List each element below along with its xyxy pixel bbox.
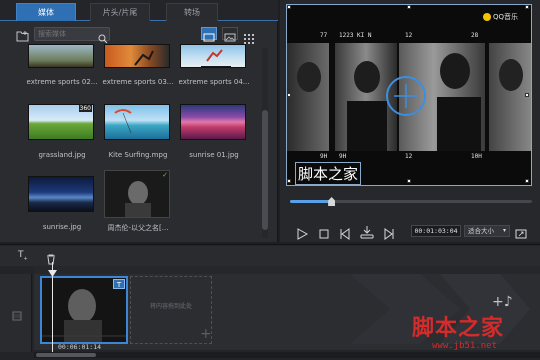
media-caption: 周杰伦-以父之名[... [107, 224, 169, 232]
frame-number: 9H [320, 153, 328, 160]
timeline-scrollbar[interactable] [34, 352, 540, 358]
media-thumb-extreme-sports-02[interactable] [28, 44, 94, 68]
add-music-icon[interactable]: +♪ [492, 294, 513, 310]
media-caption: extreme sports 02... [26, 78, 98, 86]
timeline-toolbar [0, 246, 540, 266]
watermark-text: 脚本之家 [412, 315, 505, 341]
media-caption: sunrise.jpg [42, 223, 82, 231]
resize-handle[interactable] [525, 5, 529, 9]
tab-media[interactable]: 媒体 [16, 3, 76, 21]
library-scrollbar-thumb[interactable] [262, 110, 268, 230]
media-thumb-grassland[interactable]: 360 [28, 104, 94, 140]
playhead-marker-icon[interactable] [48, 262, 57, 277]
fullscreen-icon[interactable] [515, 225, 527, 239]
zoom-fit-select[interactable]: 适合大小 ▾ [464, 225, 510, 237]
watermark-url: www.jb51.net [432, 341, 498, 351]
preview-video[interactable]: 77 1223 KI N 12 28 9H 9H 12 10H QQ音乐 脚本之… [286, 4, 532, 186]
overlay-text[interactable]: 脚本之家 [295, 162, 362, 185]
track-lock-icon[interactable] [12, 306, 22, 321]
media-thumb-sunrise[interactable] [28, 176, 94, 212]
split-clip-icon[interactable] [360, 224, 374, 239]
track-header [0, 274, 32, 352]
media-thumb-kite-surfing[interactable] [104, 104, 170, 140]
add-text-icon[interactable]: T+ [18, 250, 28, 262]
timeline-scrollbar-thumb[interactable] [36, 353, 96, 357]
resize-handle[interactable] [287, 179, 291, 183]
playback-progress-fill [290, 200, 332, 203]
resize-handle[interactable] [525, 179, 529, 183]
frame-number: 9H [339, 153, 347, 160]
view-large-icon[interactable] [201, 27, 217, 42]
stop-icon[interactable] [318, 225, 330, 239]
delete-icon[interactable] [46, 250, 56, 265]
timecode-display: 00:01:03:04 [411, 225, 461, 237]
previous-frame-icon[interactable] [339, 225, 351, 240]
drop-zone-hint: 将内容拖到此处 [149, 303, 192, 310]
checkmark-icon: ✓ [162, 171, 168, 179]
frame-number: 28 [471, 32, 479, 39]
play-icon[interactable] [296, 225, 309, 240]
qq-music-logo-icon [483, 13, 491, 21]
resize-handle[interactable] [525, 93, 529, 97]
media-thumb-music-video[interactable]: ✓ [104, 170, 170, 218]
frame-number: 12 [405, 153, 413, 160]
media-thumb-extreme-sports-03[interactable] [104, 44, 170, 68]
clip-text-badge: T [113, 279, 125, 289]
frame-number: 10H [471, 153, 482, 160]
frame-number: 77 [320, 32, 328, 39]
import-media-icon[interactable] [16, 27, 32, 42]
search-icon[interactable] [98, 29, 108, 44]
zoom-fit-label: 适合大小 [468, 227, 494, 235]
frame-number: 1223 KI N [339, 32, 372, 39]
resize-handle[interactable] [287, 5, 291, 9]
media-caption: extreme sports 03... [102, 78, 174, 86]
resize-handle[interactable] [287, 93, 291, 97]
tab-intro-outro[interactable]: 片头/片尾 [90, 3, 150, 21]
media-thumb-extreme-sports-04[interactable] [180, 44, 246, 68]
frame-number: 12 [405, 32, 413, 39]
media-caption: sunrise 01.jpg [189, 151, 239, 159]
qq-music-logo: QQ音乐 [493, 13, 519, 21]
timeline-clip[interactable]: T [40, 276, 128, 344]
add-clip-icon[interactable]: + [200, 326, 212, 342]
grid-view-icon[interactable] [244, 29, 254, 44]
media-caption: extreme sports 04... [178, 78, 250, 86]
resize-handle[interactable] [407, 179, 411, 183]
next-frame-icon[interactable] [383, 225, 395, 240]
move-target-icon[interactable] [386, 76, 426, 116]
chevron-down-icon: ▾ [502, 227, 506, 234]
360-badge: 360 [78, 105, 92, 112]
resize-handle[interactable] [407, 5, 411, 9]
clip-duration: 00:06:01:14 [58, 343, 102, 351]
media-caption: Kite Surfing.mpg [108, 151, 168, 159]
media-caption: grassland.jpg [38, 151, 86, 159]
media-thumb-sunrise-01[interactable] [180, 104, 246, 140]
view-image-icon[interactable] [222, 27, 238, 42]
tab-transitions[interactable]: 转场 [166, 3, 218, 21]
